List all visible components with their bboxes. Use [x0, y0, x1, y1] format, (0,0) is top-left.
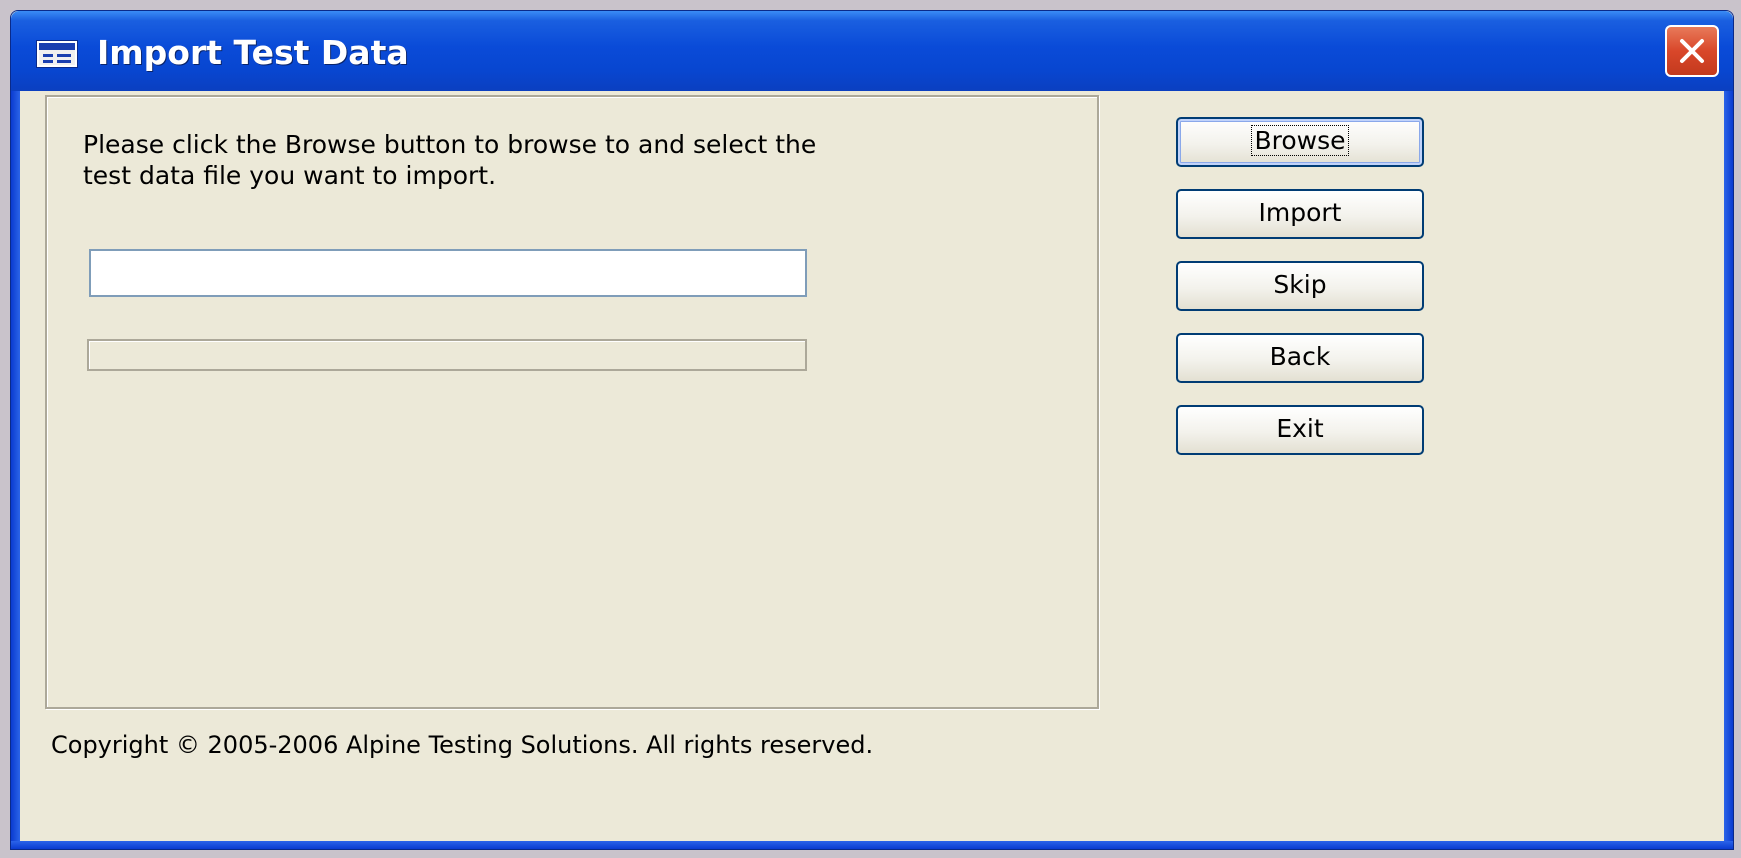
- back-button-label: Back: [1269, 342, 1331, 371]
- close-button[interactable]: [1665, 25, 1719, 77]
- back-button[interactable]: Back: [1176, 333, 1424, 383]
- import-button-label: Import: [1258, 198, 1342, 227]
- skip-button-label: Skip: [1273, 270, 1327, 299]
- copyright-text: Copyright © 2005-2006 Alpine Testing Sol…: [51, 731, 874, 759]
- window-frame-right: [1724, 91, 1733, 849]
- title-bar[interactable]: Import Test Data: [11, 11, 1733, 91]
- file-path-input[interactable]: [89, 249, 807, 297]
- form-window-icon: [37, 41, 77, 67]
- browse-button[interactable]: Browse: [1176, 117, 1424, 167]
- window-frame-left: [11, 91, 20, 849]
- window-frame-bottom: [11, 841, 1733, 849]
- import-test-data-window: Import Test Data Please click the Browse…: [10, 10, 1734, 850]
- exit-button[interactable]: Exit: [1176, 405, 1424, 455]
- import-progress-bar: [87, 339, 807, 371]
- close-icon: [1680, 39, 1704, 63]
- instructions-text: Please click the Browse button to browse…: [83, 130, 817, 190]
- exit-button-label: Exit: [1276, 414, 1324, 443]
- skip-button[interactable]: Skip: [1176, 261, 1424, 311]
- window-title: Import Test Data: [97, 33, 409, 72]
- import-button[interactable]: Import: [1176, 189, 1424, 239]
- browse-button-label: Browse: [1251, 125, 1349, 156]
